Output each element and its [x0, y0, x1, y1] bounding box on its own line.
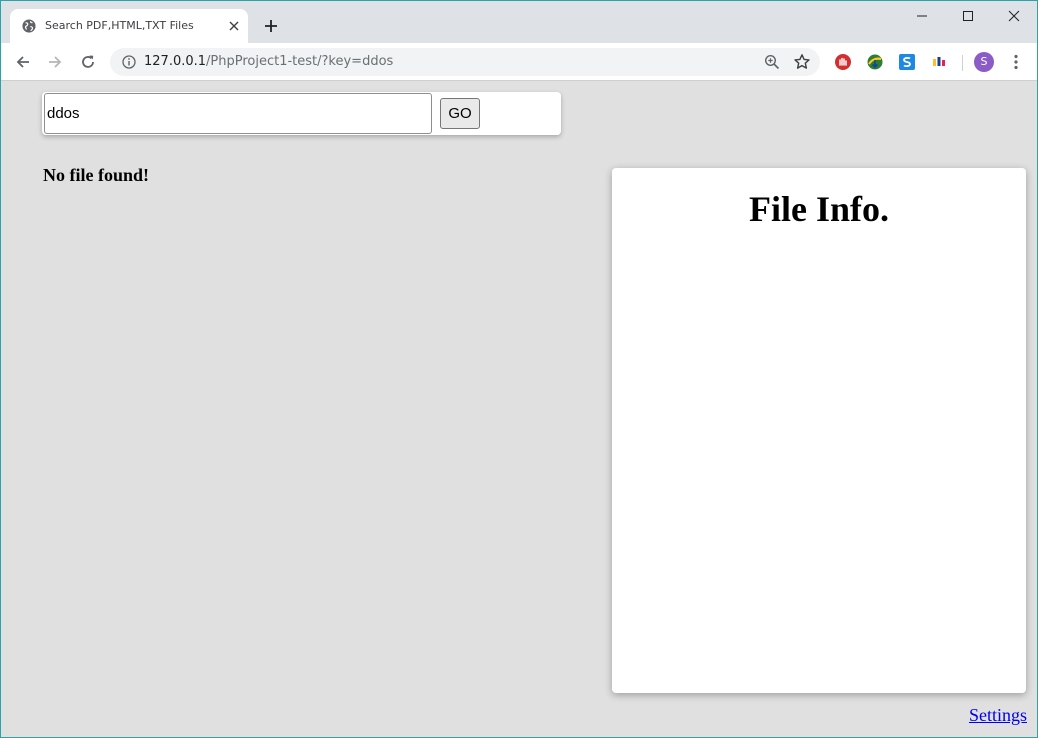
close-icon [1008, 10, 1020, 22]
maximize-button[interactable] [945, 1, 991, 31]
url-text[interactable]: 127.0.0.1/PhpProject1-test/?key=ddos [144, 54, 393, 69]
toolbar-divider [962, 55, 963, 71]
page-content: GO No file found! File Info. Settings [1, 81, 1037, 737]
zoom-in-icon[interactable] [764, 54, 780, 70]
s-extension-icon[interactable] [898, 53, 916, 71]
result-message: No file found! [43, 165, 150, 185]
globe-icon [22, 19, 36, 33]
profile-avatar[interactable]: S [974, 52, 994, 72]
adblock-extension-icon[interactable] [834, 53, 852, 71]
maximize-icon [963, 11, 973, 21]
file-info-panel: File Info. [612, 168, 1026, 693]
search-input[interactable] [44, 93, 432, 134]
tab-active[interactable]: Search PDF,HTML,TXT Files [10, 9, 248, 43]
minimize-icon [917, 15, 927, 17]
go-button[interactable]: GO [440, 98, 480, 129]
tab-title: Search PDF,HTML,TXT Files [45, 19, 194, 32]
info-icon[interactable] [122, 55, 136, 69]
url-path: /PhpProject1-test/?key=ddos [206, 54, 394, 69]
arrow-left-icon [16, 56, 29, 68]
browser-toolbar: 127.0.0.1/PhpProject1-test/?key=ddos S [1, 43, 1037, 81]
tab-strip: Search PDF,HTML,TXT Files [1, 1, 1037, 43]
settings-link[interactable]: Settings [969, 705, 1027, 726]
search-form: GO [42, 92, 561, 135]
file-info-title: File Info. [749, 189, 889, 229]
bars-extension-icon[interactable] [930, 53, 948, 71]
star-icon[interactable] [793, 53, 811, 71]
close-window-button[interactable] [991, 1, 1037, 31]
new-tab-icon[interactable] [262, 17, 280, 35]
minimize-button[interactable] [899, 1, 945, 31]
back-button[interactable] [13, 52, 33, 72]
reload-button[interactable] [78, 52, 98, 72]
browser-window: Search PDF,HTML,TXT Files 127.0.0.1/PhpP… [0, 0, 1038, 738]
close-tab-icon[interactable] [228, 20, 240, 32]
menu-button[interactable] [1006, 52, 1026, 72]
download-manager-extension-icon[interactable] [866, 53, 884, 71]
reload-icon [82, 55, 94, 68]
arrow-right-icon [49, 56, 62, 68]
forward-button[interactable] [45, 52, 65, 72]
url-host: 127.0.0.1 [144, 54, 207, 69]
address-bar[interactable]: 127.0.0.1/PhpProject1-test/?key=ddos [110, 48, 820, 76]
more-vertical-icon [1014, 54, 1018, 70]
